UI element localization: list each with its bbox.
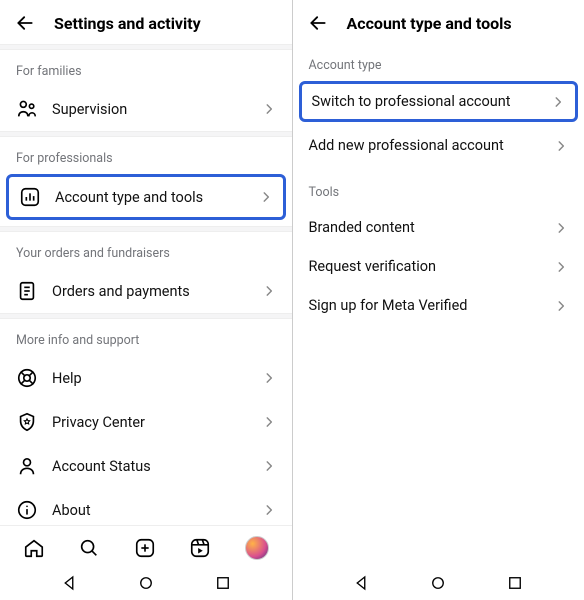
row-label: Branded content [309,219,541,236]
supervision-icon [16,98,38,120]
tab-bar [0,525,292,564]
row-label: Account Status [52,458,248,475]
row-label: Add new professional account [309,137,541,154]
highlighted-account-type: Account type and tools [6,174,286,220]
android-nav [0,564,292,600]
section-orders: Your orders and fundraisers [0,232,292,269]
receipt-icon [16,280,38,302]
section-account-type: Account type [293,44,584,81]
nav-home-icon[interactable] [429,574,447,592]
nav-back-icon[interactable] [60,574,78,592]
section-families: For families [0,50,292,87]
chevron-right-icon [262,459,276,473]
add-post-icon[interactable] [134,537,156,559]
chevron-right-icon [262,102,276,116]
row-label: Switch to professional account [312,93,538,110]
search-icon[interactable] [78,537,100,559]
row-label: About [52,502,248,519]
chevron-right-icon [262,415,276,429]
chevron-right-icon [554,260,568,274]
account-type-list: Account type Switch to professional acco… [293,44,584,564]
chevron-right-icon [262,503,276,517]
row-branded-content[interactable]: Branded content [293,208,584,247]
account-type-panel: Account type and tools Account type Swit… [293,0,584,600]
row-label: Orders and payments [52,283,248,300]
help-icon [16,367,38,389]
chevron-right-icon [262,371,276,385]
section-professionals: For professionals [0,137,292,174]
settings-panel: Settings and activity For families Super… [0,0,293,600]
row-label: Account type and tools [55,189,245,206]
info-icon [16,499,38,521]
section-tools: Tools [293,165,584,208]
row-label: Request verification [309,258,541,275]
section-more: More info and support [0,319,292,356]
nav-home-icon[interactable] [137,574,155,592]
chevron-right-icon [554,299,568,313]
row-help[interactable]: Help [0,356,292,400]
account-type-header: Account type and tools [293,0,584,44]
nav-recent-icon[interactable] [214,574,232,592]
highlighted-switch-professional: Switch to professional account [299,81,579,122]
profile-avatar[interactable] [245,536,269,560]
shield-star-icon [16,411,38,433]
page-title: Settings and activity [54,14,201,33]
row-orders-payments[interactable]: Orders and payments [0,269,292,313]
row-switch-professional[interactable]: Switch to professional account [302,84,576,119]
person-icon [16,455,38,477]
chevron-right-icon [554,139,568,153]
settings-header: Settings and activity [0,0,292,44]
page-title: Account type and tools [347,14,512,33]
back-icon[interactable] [307,12,329,34]
nav-back-icon[interactable] [352,574,370,592]
chevron-right-icon [259,190,273,204]
chevron-right-icon [554,221,568,235]
row-label: Supervision [52,101,248,118]
row-label: Privacy Center [52,414,248,431]
row-about[interactable]: About [0,488,292,525]
nav-recent-icon[interactable] [506,574,524,592]
chevron-right-icon [262,284,276,298]
row-request-verification[interactable]: Request verification [293,247,584,286]
row-meta-verified[interactable]: Sign up for Meta Verified [293,286,584,325]
row-account-status[interactable]: Account Status [0,444,292,488]
settings-list: For families Supervision For professiona… [0,44,292,525]
row-supervision[interactable]: Supervision [0,87,292,131]
row-label: Sign up for Meta Verified [309,297,541,314]
reels-icon[interactable] [189,537,211,559]
row-label: Help [52,370,248,387]
row-privacy-center[interactable]: Privacy Center [0,400,292,444]
back-icon[interactable] [14,12,36,34]
chevron-right-icon [551,95,565,109]
row-add-professional[interactable]: Add new professional account [293,126,584,165]
home-icon[interactable] [23,537,45,559]
android-nav [293,564,584,600]
row-account-type-tools[interactable]: Account type and tools [9,177,283,217]
chart-icon [19,186,41,208]
